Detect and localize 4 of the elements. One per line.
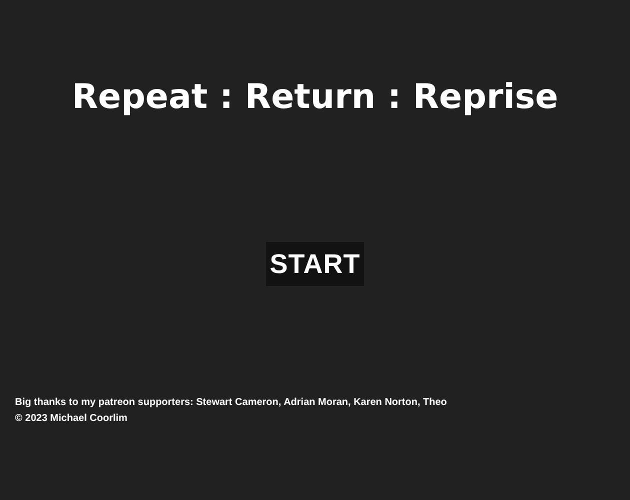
game-title: Repeat : Return : Reprise [72, 76, 558, 119]
credit-text: © 2023 Michael Coorlim [15, 412, 128, 426]
start-button[interactable]: START [266, 242, 364, 286]
credit-text: Big thanks to my patreon supporters: Stewart Cameron, Adrian Moran, Karen Norton, Theo [15, 396, 447, 410]
